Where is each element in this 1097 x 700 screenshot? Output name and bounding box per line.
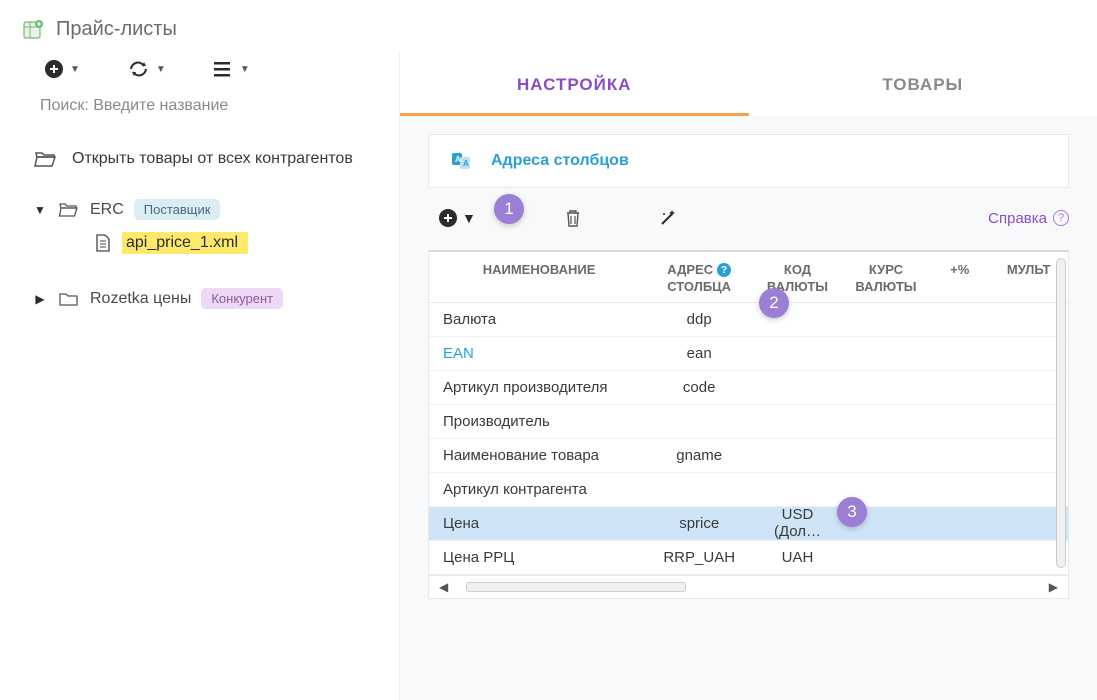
step-badge-2: 2 <box>759 288 789 318</box>
th-addr[interactable]: АДРЕС ? СТОЛБЦА <box>645 262 753 296</box>
action-row: ▼ 1 <box>428 188 1069 244</box>
file-icon <box>94 233 112 253</box>
plus-circle-icon <box>44 59 64 79</box>
panel-header[interactable]: A A Адреса столбцов <box>429 135 1068 187</box>
folder-open-icon <box>34 149 58 169</box>
cell-name: Артикул контрагента <box>429 481 645 498</box>
help-icon: ? <box>1053 210 1069 226</box>
open-all-label: Открыть товары от всех контрагентов <box>72 150 353 168</box>
caret-down-icon: ▼ <box>462 210 476 226</box>
open-all-products[interactable]: Открыть товары от всех контрагентов <box>20 131 379 191</box>
cell-code[interactable]: UAH <box>753 549 842 566</box>
list-button[interactable]: ▼ <box>214 61 250 77</box>
th-rate[interactable]: КУРС ВАЛЮТЫ <box>842 262 931 296</box>
folder-icon <box>58 290 80 308</box>
caret-down-icon: ▼ <box>70 64 80 75</box>
folder-open-icon <box>58 201 80 219</box>
main: НАСТРОЙКА ТОВАРЫ A A Ад <box>400 51 1097 700</box>
search-label: Поиск: <box>40 97 89 114</box>
cell-code[interactable]: USD (Дол… <box>753 506 842 540</box>
cell-name[interactable]: EAN <box>429 345 645 362</box>
sync-icon <box>128 60 150 78</box>
cell-addr[interactable]: RRP_UAH <box>645 549 753 566</box>
add-column-button[interactable]: ▼ <box>438 208 476 228</box>
cell-name: Цена <box>429 515 645 532</box>
caret-right-icon[interactable]: ▶ <box>32 292 48 306</box>
cell-name: Цена РРЦ <box>429 549 645 566</box>
search-placeholder: Введите название <box>93 97 228 114</box>
caret-down-icon[interactable]: ▼ <box>32 203 48 217</box>
svg-text:A: A <box>455 155 461 164</box>
table-row[interactable]: Артикул производителяcode <box>429 371 1068 405</box>
delete-button[interactable] <box>564 208 582 228</box>
sidebar-toolbar: ▼ ▼ ▼ <box>20 51 379 93</box>
table-row[interactable]: ЦенаspriceUSD (Дол… <box>429 507 1068 541</box>
tree-item-label: Rozetka цены <box>90 290 191 308</box>
cell-addr[interactable]: sprice <box>645 515 753 532</box>
table-row[interactable]: Артикул контрагента <box>429 473 1068 507</box>
page-title: Прайс-листы <box>56 18 177 41</box>
scroll-right-icon[interactable]: ▶ <box>1045 580 1062 594</box>
svg-text:A: A <box>463 159 469 168</box>
column-addresses-panel: A A Адреса столбцов <box>428 134 1069 188</box>
plus-circle-icon <box>438 208 458 228</box>
columns-table: НАИМЕНОВАНИЕ АДРЕС ? СТОЛБЦА КОД ВАЛЮТЫ <box>428 250 1069 599</box>
horizontal-scrollbar[interactable]: ◀ ▶ <box>429 575 1068 598</box>
translate-icon: A A <box>451 151 473 171</box>
cell-name: Артикул производителя <box>429 379 645 396</box>
tree-item-erc[interactable]: ▼ ERC Поставщик <box>26 191 373 228</box>
sidebar: ▼ ▼ ▼ <box>0 51 400 700</box>
cell-name: Наименование товара <box>429 447 645 464</box>
caret-down-icon: ▼ <box>240 64 250 75</box>
scroll-left-icon[interactable]: ◀ <box>435 580 452 594</box>
panel-title: Адреса столбцов <box>491 152 629 170</box>
table-header: НАИМЕНОВАНИЕ АДРЕС ? СТОЛБЦА КОД ВАЛЮТЫ <box>429 252 1068 303</box>
tree-item-label: ERC <box>90 201 124 219</box>
pricelist-icon <box>22 19 44 41</box>
vertical-scrollbar[interactable] <box>1056 258 1066 568</box>
add-button[interactable]: ▼ <box>44 59 80 79</box>
step-badge-1: 1 <box>494 194 524 224</box>
competitor-badge: Конкурент <box>201 288 283 309</box>
page-header: Прайс-листы <box>0 0 1097 51</box>
tab-products[interactable]: ТОВАРЫ <box>749 51 1097 116</box>
tree-item-rozetka[interactable]: ▶ Rozetka цены Конкурент <box>26 280 373 317</box>
magic-button[interactable] <box>658 208 678 228</box>
cell-addr[interactable]: code <box>645 379 753 396</box>
table-row[interactable]: Наименование товараgname <box>429 439 1068 473</box>
tabs: НАСТРОЙКА ТОВАРЫ <box>400 51 1097 116</box>
tree-file-item[interactable]: api_price_1.xml <box>26 228 373 258</box>
wand-icon <box>658 208 678 228</box>
help-label: Справка <box>988 210 1047 227</box>
cell-name: Производитель <box>429 413 645 430</box>
help-link[interactable]: Справка ? <box>988 210 1069 227</box>
search-row[interactable]: Поиск: Введите название <box>20 93 379 131</box>
list-icon <box>214 61 234 77</box>
tree-file-label: api_price_1.xml <box>122 232 248 254</box>
caret-down-icon: ▼ <box>156 64 166 75</box>
table-row[interactable]: EANean <box>429 337 1068 371</box>
trash-icon <box>564 208 582 228</box>
tree: ▼ ERC Поставщик <box>20 191 379 317</box>
info-icon[interactable]: ? <box>717 263 731 277</box>
cell-name: Валюта <box>429 311 645 328</box>
supplier-badge: Поставщик <box>134 199 221 220</box>
table-row[interactable]: Валютаddp <box>429 303 1068 337</box>
tab-settings[interactable]: НАСТРОЙКА <box>400 51 749 116</box>
cell-addr[interactable]: ean <box>645 345 753 362</box>
th-name[interactable]: НАИМЕНОВАНИЕ <box>429 262 645 296</box>
table-row[interactable]: Цена РРЦRRP_UAHUAH <box>429 541 1068 575</box>
sync-button[interactable]: ▼ <box>128 60 166 78</box>
step-badge-3: 3 <box>837 497 867 527</box>
cell-addr[interactable]: ddp <box>645 311 753 328</box>
th-pct[interactable]: +% <box>930 262 989 296</box>
table-row[interactable]: Производитель <box>429 405 1068 439</box>
cell-addr[interactable]: gname <box>645 447 753 464</box>
scroll-thumb[interactable] <box>466 582 686 592</box>
